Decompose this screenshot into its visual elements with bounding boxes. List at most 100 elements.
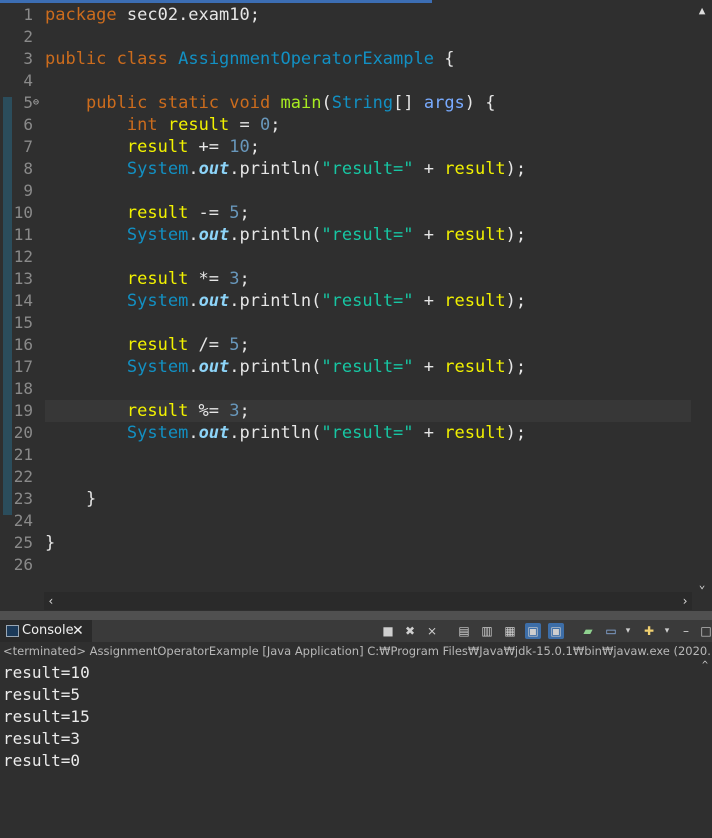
show-on-stderr-icon[interactable]: ▣ bbox=[548, 623, 564, 639]
code-token: -= bbox=[188, 203, 230, 223]
line-number: 19 bbox=[13, 401, 33, 420]
show-on-stdout-icon[interactable]: ▣ bbox=[525, 623, 541, 639]
line-number: 15 bbox=[13, 313, 33, 332]
code-token: System bbox=[126, 159, 189, 179]
line-number: 18 bbox=[13, 379, 33, 398]
scroll-up-icon[interactable]: ▲ bbox=[692, 4, 712, 18]
code-token: ( bbox=[321, 93, 332, 113]
scroll-left-icon[interactable]: ‹ bbox=[44, 592, 58, 610]
remove-launch-icon[interactable]: ✖ bbox=[402, 623, 418, 639]
console-output-line: result=15 bbox=[3, 707, 90, 726]
display-selected-console-icon[interactable]: ▭ bbox=[603, 623, 619, 639]
vertical-scrollbar[interactable]: ▲ ⌄ bbox=[692, 4, 712, 592]
code-token: System bbox=[126, 291, 189, 311]
code-line[interactable]: public class AssignmentOperatorExample { bbox=[45, 48, 691, 70]
open-console-icon[interactable]: ✚ bbox=[641, 623, 657, 639]
chevron-down-icon[interactable]: ▾ bbox=[620, 623, 636, 639]
code-token: result bbox=[444, 225, 506, 245]
pin-console-icon[interactable]: ▰ bbox=[580, 623, 596, 639]
scroll-up-icon[interactable]: ^ bbox=[698, 660, 712, 672]
tab-console[interactable]: Console ✕ bbox=[0, 620, 92, 642]
code-line[interactable]: } bbox=[45, 488, 691, 510]
panel-divider[interactable] bbox=[0, 611, 712, 620]
code-line[interactable] bbox=[45, 26, 691, 48]
code-line[interactable]: System.out.println("result=" + result); bbox=[45, 158, 691, 180]
clear-console-icon[interactable]: ▤ bbox=[456, 623, 472, 639]
console-scrollbar[interactable]: ^ bbox=[698, 660, 712, 838]
code-line[interactable]: System.out.println("result=" + result); bbox=[45, 422, 691, 444]
code-line[interactable]: result *= 3; bbox=[45, 268, 691, 290]
code-line[interactable]: package sec02.exam10; bbox=[45, 4, 691, 26]
code-line[interactable]: result -= 5; bbox=[45, 202, 691, 224]
scroll-thumb[interactable] bbox=[698, 22, 706, 572]
code-token: result bbox=[167, 115, 230, 135]
scroll-lock-icon[interactable]: ▥ bbox=[479, 623, 495, 639]
code-line[interactable]: System.out.println("result=" + result); bbox=[45, 356, 691, 378]
tab-console-label: Console bbox=[22, 623, 74, 638]
code-token: ; bbox=[239, 269, 250, 289]
scroll-right-icon[interactable]: › bbox=[678, 592, 692, 610]
code-token: .println( bbox=[229, 357, 322, 377]
code-line[interactable] bbox=[45, 246, 691, 268]
code-line[interactable]: result /= 5; bbox=[45, 334, 691, 356]
code-token: out bbox=[198, 357, 230, 377]
code-editor[interactable]: 1 2 3 4 5 6 7 8 9 10 11 12 13 14 15 16 17 18 19 20 21 22 23 24 2… bbox=[0, 0, 712, 612]
line-number: 14 bbox=[13, 291, 33, 310]
code-token: . bbox=[188, 291, 199, 311]
code-line[interactable]: result %= 3; bbox=[45, 400, 691, 422]
console-icon bbox=[6, 625, 19, 637]
code-line[interactable] bbox=[45, 378, 691, 400]
code-token: ); bbox=[505, 291, 527, 311]
horizontal-scrollbar[interactable]: ‹ › bbox=[44, 592, 692, 610]
code-line[interactable]: System.out.println("result=" + result); bbox=[45, 224, 691, 246]
code-line[interactable] bbox=[45, 444, 691, 466]
code-line[interactable] bbox=[45, 554, 691, 576]
code-line[interactable]: System.out.println("result=" + result); bbox=[45, 290, 691, 312]
minimize-icon[interactable]: – bbox=[678, 623, 694, 639]
maximize-icon[interactable]: □ bbox=[698, 623, 712, 639]
code-line[interactable] bbox=[45, 466, 691, 488]
code-line[interactable]: int result = 0; bbox=[45, 114, 691, 136]
code-line[interactable] bbox=[45, 312, 691, 334]
line-number: 13 bbox=[13, 269, 33, 288]
code-token: + bbox=[413, 225, 445, 245]
code-token: result bbox=[126, 203, 189, 223]
code-line[interactable] bbox=[45, 70, 691, 92]
terminate-icon[interactable]: ■ bbox=[380, 623, 396, 639]
code-token: ) { bbox=[464, 93, 496, 113]
code-line[interactable] bbox=[45, 510, 691, 532]
code-token: 10 bbox=[229, 137, 250, 157]
code-area[interactable]: package sec02.exam10; public class Assign… bbox=[45, 4, 691, 594]
console-output[interactable]: result=10 result=5 result=15 result=3 result… bbox=[3, 662, 693, 772]
code-line[interactable] bbox=[45, 180, 691, 202]
line-number: 24 bbox=[13, 511, 33, 530]
line-number: 3 bbox=[23, 49, 33, 68]
code-line[interactable]: } bbox=[45, 532, 691, 554]
code-line[interactable]: result += 10; bbox=[45, 136, 691, 158]
remove-all-terminated-icon[interactable]: ⨯ bbox=[424, 623, 440, 639]
chevron-down-icon[interactable]: ▾ bbox=[659, 623, 675, 639]
line-number: 10 bbox=[13, 203, 33, 222]
editor-tab-strip bbox=[0, 0, 712, 3]
scroll-down-icon[interactable]: ⌄ bbox=[692, 578, 712, 592]
scroll-thumb-horizontal[interactable] bbox=[60, 596, 676, 606]
code-token: result bbox=[444, 423, 506, 443]
fold-collapse-icon[interactable]: ⊖ bbox=[33, 98, 43, 108]
code-token: ; bbox=[270, 115, 281, 135]
code-line[interactable]: public static void main(String[] args) { bbox=[45, 92, 691, 114]
code-token: result bbox=[444, 159, 506, 179]
line-number: 2 bbox=[23, 27, 33, 46]
code-token: [] bbox=[393, 93, 424, 113]
line-number: 6 bbox=[23, 115, 33, 134]
console-view: Console ✕ ■ ✖ ⨯ ▤ ▥ ▦ ▣ ▣ ▰ ▭ ▾ ✚ ▾ – □ … bbox=[0, 620, 712, 838]
code-token: 3 bbox=[229, 269, 240, 289]
code-token: String bbox=[331, 93, 394, 113]
close-icon[interactable]: ✕ bbox=[72, 620, 84, 642]
code-token: args bbox=[423, 93, 465, 113]
word-wrap-icon[interactable]: ▦ bbox=[502, 623, 518, 639]
